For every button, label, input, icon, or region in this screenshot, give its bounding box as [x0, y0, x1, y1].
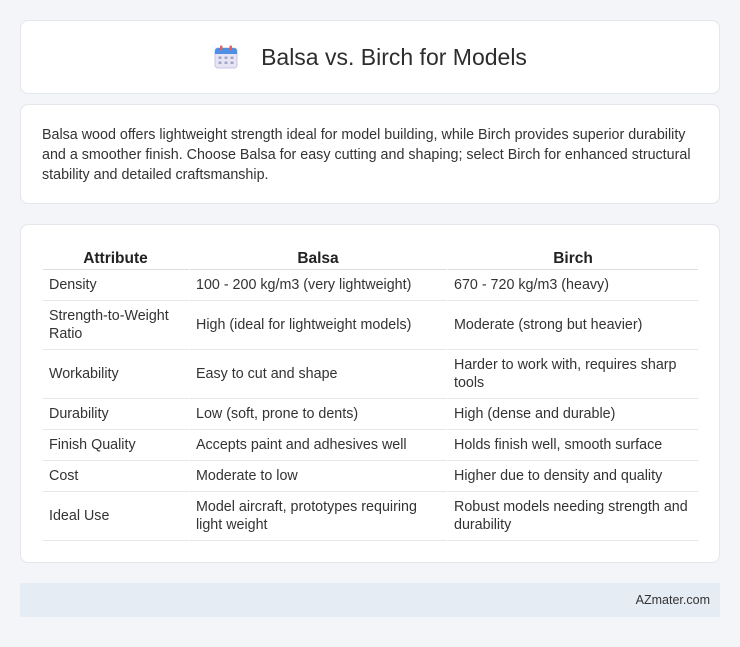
attribute-cell: Workability	[43, 350, 190, 399]
comparison-table: Attribute Balsa Birch Density 100 - 200 …	[43, 246, 698, 541]
table-row: Strength-to-Weight Ratio High (ideal for…	[43, 301, 698, 350]
balsa-cell: Easy to cut and shape	[190, 350, 448, 399]
footer-site-link[interactable]: AZmater.com	[636, 593, 710, 607]
attribute-cell: Durability	[43, 399, 190, 430]
balsa-cell: 100 - 200 kg/m3 (very lightweight)	[190, 270, 448, 301]
balsa-cell: Model aircraft, prototypes requiring lig…	[190, 492, 448, 541]
table-row: Cost Moderate to low Higher due to densi…	[43, 461, 698, 492]
header-birch: Birch	[448, 246, 698, 270]
table-header-row: Attribute Balsa Birch	[43, 246, 698, 270]
attribute-cell: Ideal Use	[43, 492, 190, 541]
comparison-card: Attribute Balsa Birch Density 100 - 200 …	[20, 224, 720, 563]
attribute-cell: Finish Quality	[43, 430, 190, 461]
birch-cell: Robust models needing strength and durab…	[448, 492, 698, 541]
attribute-cell: Strength-to-Weight Ratio	[43, 301, 190, 350]
table-row: Finish Quality Accepts paint and adhesiv…	[43, 430, 698, 461]
balsa-cell: Moderate to low	[190, 461, 448, 492]
table-row: Durability Low (soft, prone to dents) Hi…	[43, 399, 698, 430]
attribute-cell: Cost	[43, 461, 190, 492]
intro-card: Balsa wood offers lightweight strength i…	[20, 104, 720, 204]
table-row: Ideal Use Model aircraft, prototypes req…	[43, 492, 698, 541]
balsa-cell: Low (soft, prone to dents)	[190, 399, 448, 430]
birch-cell: Higher due to density and quality	[448, 461, 698, 492]
intro-paragraph: Balsa wood offers lightweight strength i…	[42, 127, 691, 183]
calendar-icon	[214, 45, 238, 69]
table-row: Density 100 - 200 kg/m3 (very lightweigh…	[43, 270, 698, 301]
birch-cell: Moderate (strong but heavier)	[448, 301, 698, 350]
birch-cell: Holds finish well, smooth surface	[448, 430, 698, 461]
title-row: Balsa vs. Birch for Models	[21, 21, 719, 93]
attribute-cell: Density	[43, 270, 190, 301]
birch-cell: 670 - 720 kg/m3 (heavy)	[448, 270, 698, 301]
table-row: Workability Easy to cut and shape Harder…	[43, 350, 698, 399]
header-balsa: Balsa	[190, 246, 448, 270]
footer-bar: AZmater.com	[20, 583, 720, 617]
birch-cell: Harder to work with, requires sharp tool…	[448, 350, 698, 399]
balsa-cell: High (ideal for lightweight models)	[190, 301, 448, 350]
title-card: Balsa vs. Birch for Models	[20, 20, 720, 94]
balsa-cell: Accepts paint and adhesives well	[190, 430, 448, 461]
birch-cell: High (dense and durable)	[448, 399, 698, 430]
page-title: Balsa vs. Birch for Models	[261, 43, 527, 70]
header-attribute: Attribute	[43, 246, 190, 270]
